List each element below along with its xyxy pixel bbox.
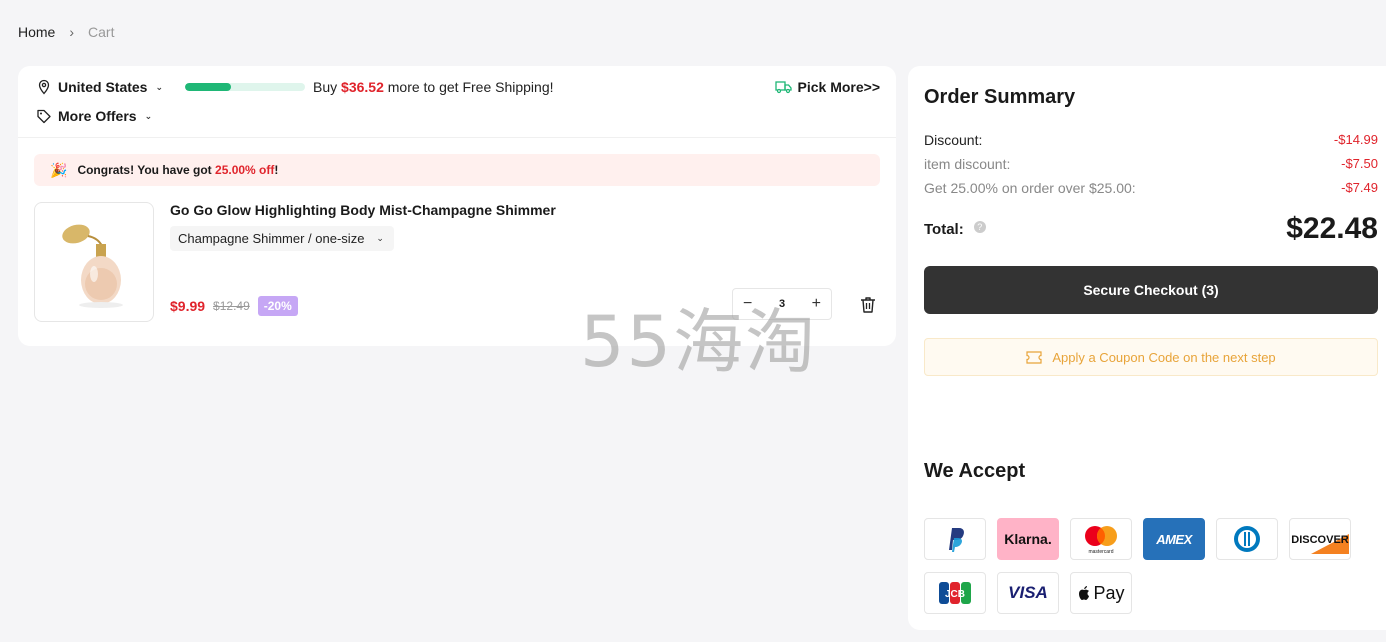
visa-text: VISA <box>1008 583 1048 602</box>
perfume-bottle-image <box>62 224 123 308</box>
coupon-label: Apply a Coupon Code on the next step <box>1052 349 1276 365</box>
sale-price: $9.99 <box>170 298 206 314</box>
increase-quantity-button[interactable]: + <box>812 295 821 313</box>
coupon-notice[interactable]: Apply a Coupon Code on the next step <box>924 338 1378 376</box>
chevron-right-icon: › <box>69 24 75 40</box>
discover-text: DISCOVER <box>1291 534 1349 546</box>
shipping-text-before: Buy <box>313 79 342 95</box>
order-summary-title: Order Summary <box>924 86 1076 108</box>
discount-line: Discount: -$14.99 <box>924 132 1378 148</box>
amex-logo: AMEX <box>1143 518 1205 560</box>
discount-congrats-banner: 🎉 Congrats! You have got 25.00% off! <box>34 154 880 186</box>
shipping-text-after: more to get Free Shipping! <box>383 79 554 95</box>
chevron-down-icon: ⌄ <box>376 233 384 243</box>
chevron-down-icon: ⌄ <box>155 81 164 92</box>
info-icon[interactable]: ? <box>973 221 986 233</box>
price-row: $9.99 $12.49 -20% <box>170 296 298 316</box>
party-popper-icon: 🎉 <box>50 161 68 178</box>
visa-logo: VISA <box>997 572 1059 614</box>
more-offers-label: More Offers <box>58 108 137 124</box>
total-row: Total: ? $22.48 <box>924 212 1378 246</box>
diners-club-logo <box>1216 518 1278 560</box>
secure-checkout-button[interactable]: Secure Checkout (3) <box>924 266 1378 314</box>
trash-icon[interactable] <box>860 296 876 314</box>
breadcrumb: Home › Cart <box>18 24 114 40</box>
congrats-suffix: ! <box>274 163 279 177</box>
mastercard-logo: mastercard <box>1070 518 1132 560</box>
more-offers-dropdown[interactable]: More Offers ⌄ <box>36 108 152 124</box>
product-image[interactable] <box>34 202 154 322</box>
klarna-text: Klarna. <box>1004 531 1052 547</box>
mastercard-text: mastercard <box>1088 549 1113 555</box>
order-discount-label: Get 25.00% on order over $25.00: <box>924 180 1136 196</box>
item-discount-line: item discount: -$7.50 <box>924 156 1378 172</box>
amex-text: AMEX <box>1156 531 1192 547</box>
order-discount-value: -$7.49 <box>1341 180 1378 195</box>
congrats-text: Congrats! You have got 25.00% off! <box>77 163 278 177</box>
variant-selector[interactable]: Champagne Shimmer / one-size ⌄ <box>170 226 394 251</box>
breadcrumb-current: Cart <box>88 24 115 40</box>
jcb-text: JCB <box>945 589 965 600</box>
order-discount-line: Get 25.00% on order over $25.00: -$7.49 <box>924 180 1378 196</box>
product-title-link[interactable]: Go Go Glow Highlighting Body Mist-Champa… <box>170 202 556 218</box>
congrats-percent: 25.00% off <box>215 163 275 177</box>
tag-icon <box>37 109 51 124</box>
variant-label: Champagne Shimmer / one-size <box>178 231 365 246</box>
total-label: Total: <box>924 220 964 238</box>
shipping-amount-needed: $36.52 <box>341 79 384 95</box>
free-shipping-progress <box>185 83 306 91</box>
cart-panel: United States ⌄ Buy $36.52 more to get F… <box>18 66 896 346</box>
quantity-stepper: − 3 + <box>732 288 832 320</box>
discount-badge: -20% <box>257 296 298 316</box>
divider <box>18 137 896 138</box>
breadcrumb-home-link[interactable]: Home <box>18 24 55 40</box>
we-accept-title: We Accept <box>924 460 1026 482</box>
payment-methods: Klarna. mastercard AMEX DISCOVER JCB VIS… <box>924 518 1364 614</box>
apple-icon <box>1079 586 1090 600</box>
item-discount-value: -$7.50 <box>1341 156 1378 171</box>
quantity-value[interactable]: 3 <box>779 298 785 310</box>
coupon-ticket-icon <box>1026 350 1042 364</box>
chevron-down-icon: ⌄ <box>144 110 153 121</box>
shipping-row: United States ⌄ Buy $36.52 more to get F… <box>36 76 880 98</box>
total-amount: $22.48 <box>1286 212 1378 245</box>
free-shipping-message: Buy $36.52 more to get Free Shipping! <box>313 79 554 95</box>
pick-more-link[interactable]: Pick More>> <box>774 79 881 95</box>
jcb-logo: JCB <box>924 572 986 614</box>
congrats-prefix: Congrats! You have got <box>77 163 216 177</box>
apple-pay-text: Pay <box>1093 582 1125 603</box>
location-pin-icon <box>38 79 50 95</box>
delivery-truck-icon <box>774 81 792 94</box>
progress-fill <box>185 83 231 91</box>
paypal-logo <box>924 518 986 560</box>
country-selector[interactable]: United States ⌄ <box>36 79 163 95</box>
pick-more-label: Pick More>> <box>797 79 881 95</box>
klarna-logo: Klarna. <box>997 518 1059 560</box>
item-discount-label: item discount: <box>924 156 1011 172</box>
original-price: $12.49 <box>213 299 250 313</box>
decrease-quantity-button[interactable]: − <box>743 295 752 313</box>
apple-pay-logo: Pay <box>1070 572 1132 614</box>
discover-logo: DISCOVER <box>1289 518 1351 560</box>
discount-label: Discount: <box>924 132 983 148</box>
order-summary-panel: Order Summary Discount: -$14.99 item dis… <box>908 66 1386 630</box>
discount-value: -$14.99 <box>1333 132 1378 147</box>
country-label: United States <box>58 79 148 95</box>
